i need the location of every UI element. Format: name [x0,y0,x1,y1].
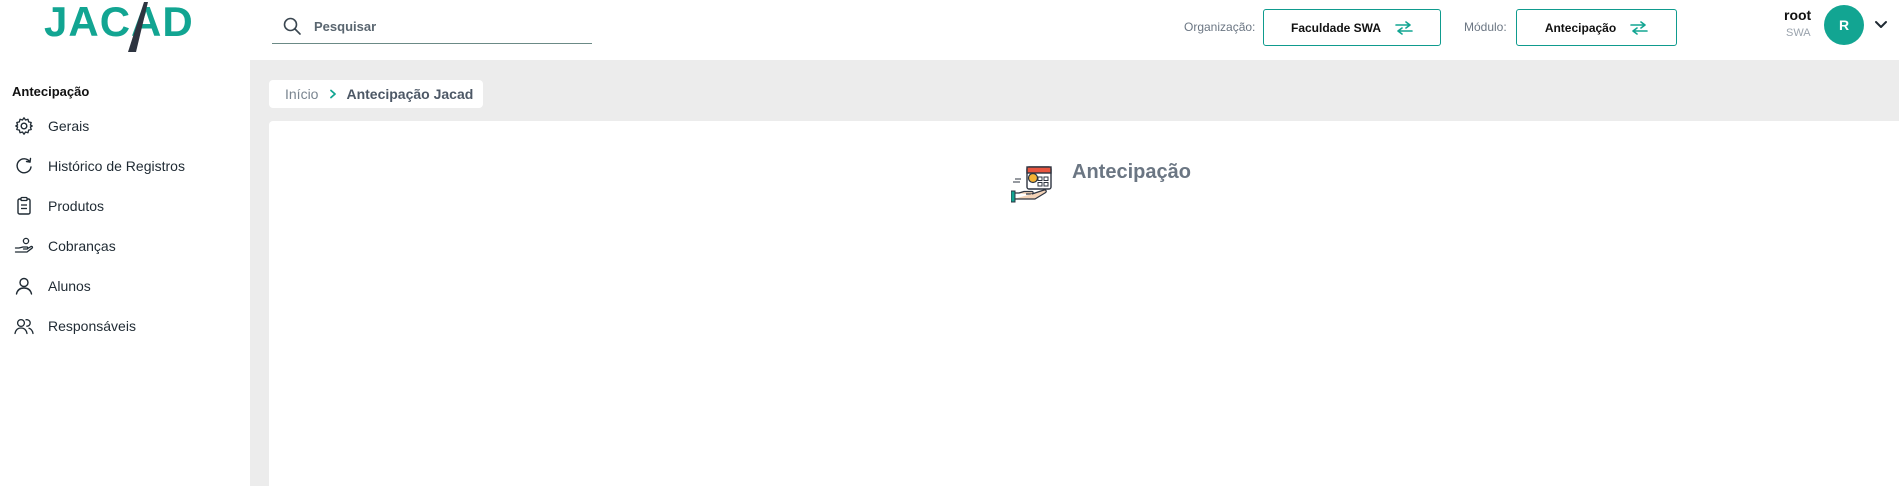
chevron-down-icon[interactable] [1874,20,1888,30]
page-title: Antecipação [1072,161,1191,183]
clipboard-icon [17,196,31,215]
svg-text:JACAD: JACAD [44,0,194,45]
sidebar-item-produtos[interactable]: Produtos [14,194,104,218]
top-bar: JACAD Organização: Faculdade SWA Módulo:… [0,0,1899,60]
sidebar-item-label: Produtos [48,198,105,214]
sidebar-item-cobrancas[interactable]: Cobranças [14,234,116,258]
breadcrumb-current: Antecipação Jacad [346,86,474,102]
sidebar-item-gerais[interactable]: Gerais [14,114,89,138]
module-value: Antecipação [1544,20,1617,35]
sidebar-item-label: Gerais [48,118,90,134]
breadcrumb-home-link[interactable]: Início [285,86,318,102]
sidebar-item-alunos[interactable]: Alunos [14,274,91,298]
user-icon [15,277,33,295]
users-icon [14,318,34,335]
sidebar-item-label: Histórico de Registros [48,158,185,174]
gear-icon [15,117,33,135]
jacad-logo[interactable]: JACAD [44,0,204,52]
chevron-right-icon [330,89,337,99]
swap-arrows-icon [1630,20,1648,35]
main-panel: Antecipação [269,121,1899,486]
sidebar-item-label: Cobranças [48,238,116,254]
user-organization: SWA [1786,27,1811,39]
organization-label: Organização: [1184,20,1256,34]
module-switch-button[interactable]: Antecipação [1516,9,1677,46]
organization-value: Faculdade SWA [1290,20,1382,35]
search-icon [283,17,301,35]
sidebar: Antecipação Gerais Histórico de Registro… [0,60,250,486]
avatar[interactable]: R [1824,5,1864,45]
organization-switch-button[interactable]: Faculdade SWA [1263,9,1441,46]
calendar-hand-icon [1011,166,1052,203]
sidebar-item-label: Alunos [48,278,91,294]
sidebar-item-responsaveis[interactable]: Responsáveis [14,314,136,338]
module-label: Módulo: [1464,20,1507,34]
search-bar [272,8,592,44]
sidebar-title: Antecipação [12,84,90,99]
refresh-icon [16,157,32,174]
swap-arrows-icon [1395,20,1413,35]
sidebar-item-historico[interactable]: Histórico de Registros [14,154,185,178]
breadcrumb: Início Antecipação Jacad [269,80,483,108]
search-input[interactable] [314,14,584,38]
user-name: root [1784,7,1812,23]
sidebar-item-label: Responsáveis [48,318,136,334]
hand-coin-icon [14,237,34,253]
